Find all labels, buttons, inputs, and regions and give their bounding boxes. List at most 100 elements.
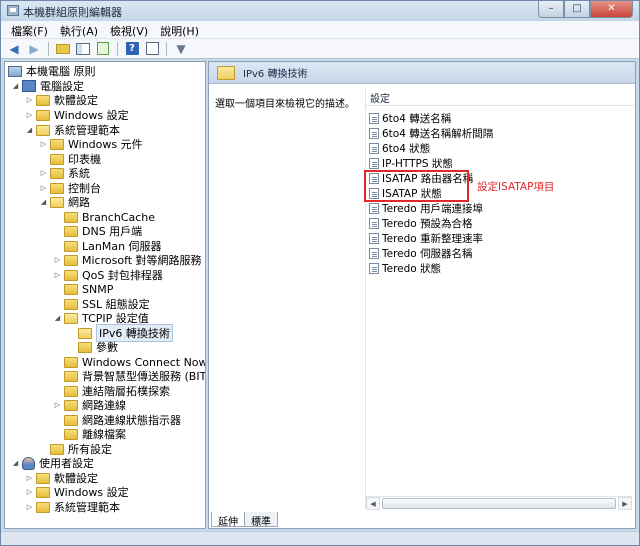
policy-setting-icon [369,128,379,139]
maximize-button[interactable]: □ [564,1,590,18]
tree-item[interactable]: 參數 [67,340,118,354]
tree-item[interactable]: SSL 組態設定 [53,297,150,311]
expand-icon[interactable]: ▷ [53,271,62,279]
tree-item-user-config[interactable]: ◢ 使用者設定 [11,456,94,470]
tree-item[interactable]: ▷ 系統管理範本 [25,500,120,514]
back-arrow-icon[interactable]: ◀ [5,41,23,57]
horizontal-scrollbar[interactable]: ◀ ▶ [366,496,632,510]
folder-icon [64,356,78,368]
setting-item[interactable]: 6to4 轉送名稱 [369,111,451,126]
collapse-icon[interactable]: ◢ [11,459,20,467]
tree-item[interactable]: ▷ 控制台 [39,181,101,195]
tree-item[interactable]: ▷ 網路連線 [53,398,126,412]
tree-item[interactable]: ▷ Microsoft 對等網路服務 [53,253,202,267]
menu-action[interactable]: 執行(A) [56,21,106,38]
policy-setting-icon [369,113,379,124]
tree-item[interactable]: ▷ Windows 元件 [39,137,143,151]
folder-open-icon [78,327,92,339]
expand-icon[interactable]: ▷ [53,401,62,409]
console-tree[interactable]: 本機電腦 原則 ◢ 電腦設定 ▷ 軟體設定 ▷ Windows 設定 ◢ 系統管… [4,61,206,529]
menu-file[interactable]: 檔案(F) [7,21,56,38]
scroll-thumb[interactable] [382,498,616,509]
setting-label: 6to4 轉送名稱 [382,113,452,125]
scroll-left-icon[interactable]: ◀ [366,497,380,510]
filter-icon[interactable]: ▼ [172,41,190,57]
policy-icon [8,65,22,77]
tree-item[interactable]: 離線檔案 [53,427,126,441]
tree-item-root[interactable]: 本機電腦 原則 [8,64,96,78]
tree-item[interactable]: 背景智慧型傳送服務 (BITS) [53,369,205,383]
expand-icon[interactable]: ▷ [25,503,34,511]
toolbar-separator [166,41,167,56]
tree-item[interactable]: SNMP [53,282,113,296]
export-list-button[interactable] [94,41,112,57]
expand-icon[interactable]: ▷ [25,488,34,496]
tree-item[interactable]: ▷ QoS 封包排程器 [53,268,163,282]
tree-item[interactable]: 印表機 [39,152,101,166]
properties-icon [145,42,159,55]
show-tree-button[interactable] [74,41,92,57]
computer-icon [22,80,36,92]
setting-item[interactable]: 6to4 狀態 [369,141,430,156]
collapse-icon[interactable]: ◢ [11,82,20,90]
folder-icon [78,341,92,353]
folder-icon [64,283,78,295]
collapse-icon[interactable]: ◢ [53,314,62,322]
folder-open-icon [50,196,64,208]
expand-icon[interactable]: ▷ [25,111,34,119]
tree-item[interactable]: ▷ 軟體設定 [25,93,98,107]
expand-icon[interactable]: ▷ [25,96,34,104]
expand-icon[interactable]: ▷ [53,256,62,264]
expand-icon[interactable]: ▷ [39,140,48,148]
tree-item[interactable]: ◢ 網路 [39,195,90,209]
tree-item[interactable]: ▷ Windows 設定 [25,108,129,122]
tree-item[interactable]: ◢ TCPIP 設定值 [53,311,149,325]
properties-button[interactable] [143,41,161,57]
tree-item-all-settings[interactable]: 所有設定 [39,442,112,456]
column-header-setting[interactable]: 設定 [366,90,634,106]
forward-arrow-icon[interactable]: ▶ [25,41,43,57]
scroll-right-icon[interactable]: ▶ [618,497,632,510]
tree-label: 參數 [96,341,118,354]
tree-item[interactable]: DNS 用戶端 [53,224,142,238]
close-button[interactable]: ✕ [590,1,633,18]
setting-label: Teredo 預設為合格 [382,218,473,230]
setting-item[interactable]: IP-HTTPS 狀態 [369,156,453,171]
expand-icon[interactable]: ▷ [39,184,48,192]
folder-icon [64,385,78,397]
tree-item[interactable]: BranchCache [53,210,155,224]
help-button[interactable]: ? [123,41,141,57]
tree-item[interactable]: 連結階層拓樸探索 [53,384,170,398]
collapse-icon[interactable]: ◢ [39,198,48,206]
tree-item[interactable]: 網路連線狀態指示器 [53,413,181,427]
minimize-button[interactable]: – [538,1,564,18]
tree-item[interactable]: ▷ 系統 [39,166,90,180]
tree-item-computer-config[interactable]: ◢ 電腦設定 [11,79,84,93]
setting-item[interactable]: Teredo 預設為合格 [369,216,473,231]
up-folder-button[interactable] [54,41,72,57]
tree-item[interactable]: ▷ 軟體設定 [25,471,98,485]
tree-label: 系統 [68,167,90,180]
tree-label: 網路連線 [82,399,126,412]
collapse-icon[interactable]: ◢ [25,126,34,134]
tab-extended[interactable]: 延伸 [211,512,245,528]
tree-item[interactable]: ◢ 系統管理範本 [25,123,120,137]
tree-label: 使用者設定 [39,457,94,470]
setting-item[interactable]: Teredo 用戶端連接埠 [369,201,483,216]
expand-icon[interactable]: ▷ [39,169,48,177]
setting-item[interactable]: Teredo 重新整理速率 [369,231,483,246]
expand-icon[interactable]: ▷ [25,474,34,482]
setting-item[interactable]: Teredo 伺服器名稱 [369,246,473,261]
tab-standard[interactable]: 標準 [244,512,278,528]
tree-item[interactable]: Windows Connect Now [53,355,205,369]
setting-item[interactable]: Teredo 狀態 [369,261,441,276]
setting-item[interactable]: 6to4 轉送名稱解析間隔 [369,126,493,141]
tree-item[interactable]: LanMan 伺服器 [53,239,162,253]
policy-setting-icon [369,248,379,259]
tree-label: 軟體設定 [54,94,98,107]
tree-item[interactable]: ▷ Windows 設定 [25,485,129,499]
menu-help[interactable]: 說明(H) [156,21,207,38]
tree-item-ipv6-transition[interactable]: IPv6 轉換技術 [67,324,173,342]
menu-view[interactable]: 檢視(V) [106,21,156,38]
folder-icon [50,167,64,179]
